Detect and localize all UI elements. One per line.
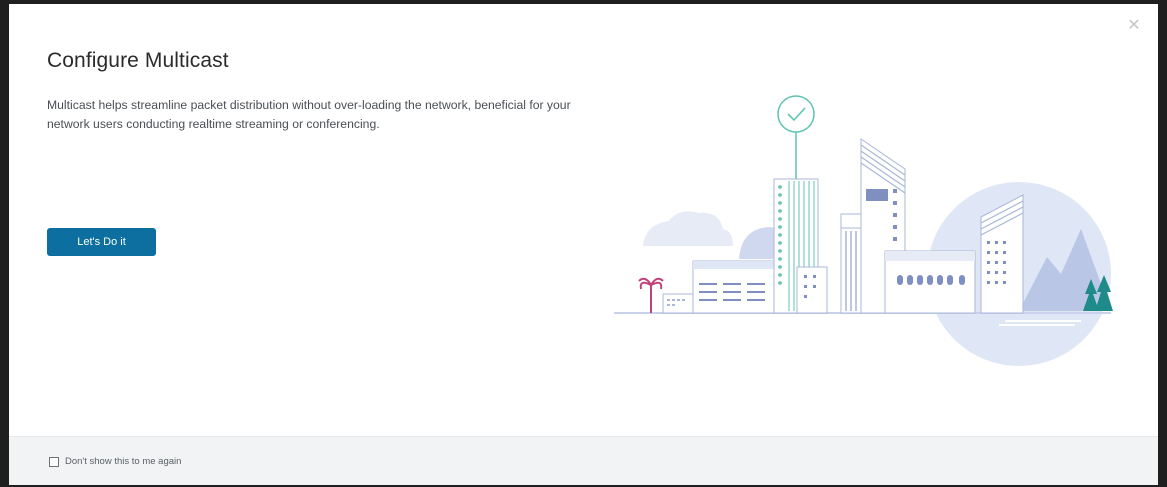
multicast-dialog: ✕ Configure Multicast Multicast helps st…: [9, 4, 1158, 485]
dialog-footer: Don't show this to me again: [9, 436, 1158, 485]
dialog-title: Configure Multicast: [47, 49, 229, 72]
cloud-shape: [643, 211, 733, 246]
check-badge-icon: [777, 95, 815, 133]
dont-show-again-option[interactable]: Don't show this to me again: [49, 456, 181, 467]
lets-do-it-button[interactable]: Let's Do it: [47, 228, 156, 256]
city-skyline-illustration: [614, 95, 1113, 366]
dialog-description: Multicast helps streamline packet distri…: [47, 98, 571, 131]
dont-show-again-label: Don't show this to me again: [65, 456, 182, 467]
close-icon[interactable]: ✕: [1126, 18, 1142, 34]
palm-tree: [638, 277, 664, 313]
dont-show-again-checkbox[interactable]: [49, 456, 59, 467]
app-window: ✕ Configure Multicast Multicast helps st…: [0, 0, 1167, 487]
